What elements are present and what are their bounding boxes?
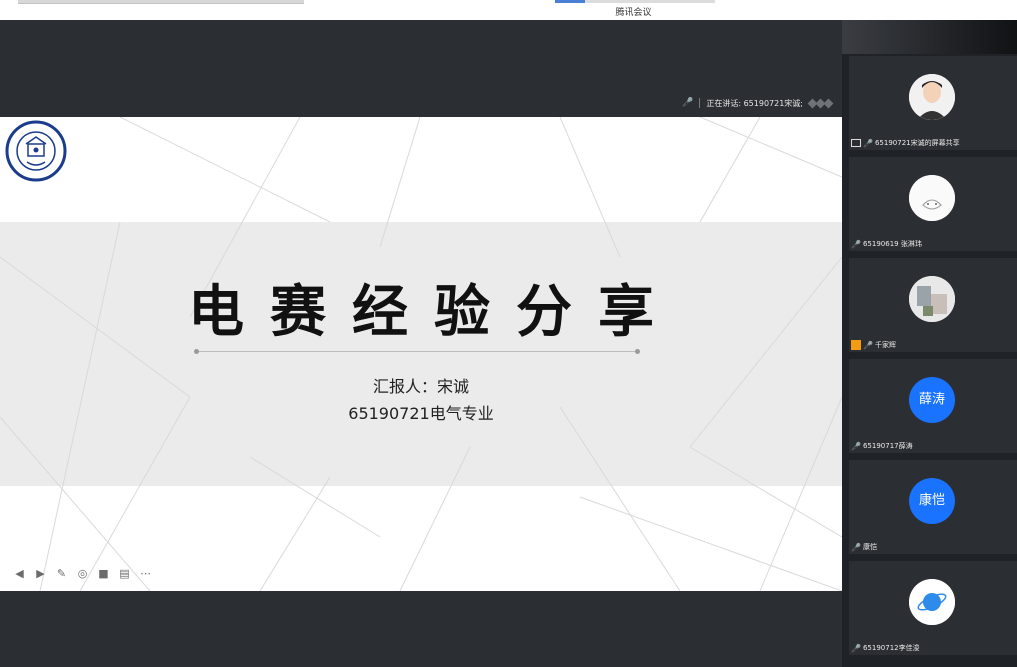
shared-screen-area: 🎤 正在讲话: 65190721宋诚; 电赛经验分享 汇报人：宋诚 651907… bbox=[0, 20, 842, 667]
window-tab-center[interactable] bbox=[555, 0, 715, 3]
avatar: 康恺 bbox=[909, 478, 955, 524]
slide-controls: ◀ ▶ ✎ ◎ ■ ▤ ⋯ bbox=[13, 567, 152, 580]
avatar: 薛涛 bbox=[909, 377, 955, 423]
participant-tile[interactable]: 薛涛 🎤 65190717薛涛 bbox=[849, 359, 1017, 453]
participant-label: 🎤 65190619 张淋玮 bbox=[851, 239, 922, 249]
slide-divider bbox=[194, 349, 640, 354]
avatar bbox=[909, 175, 955, 221]
pen-icon[interactable]: ✎ bbox=[55, 567, 68, 580]
presentation-slide: 电赛经验分享 汇报人：宋诚 65190721电气专业 ◀ ▶ ✎ ◎ ■ ▤ ⋯ bbox=[0, 117, 842, 591]
window-title: 腾讯会议 bbox=[615, 8, 652, 18]
focus-icon[interactable]: ◎ bbox=[76, 567, 89, 580]
jilin-university-logo bbox=[5, 120, 67, 182]
mic-icon: 🎤 bbox=[851, 441, 861, 451]
mic-icon: 🎤 bbox=[851, 643, 861, 653]
avatar bbox=[909, 276, 955, 322]
mic-icon: 🎤 bbox=[851, 239, 861, 249]
participant-label: 🎤 65190721宋诚的屏幕共享 bbox=[851, 138, 960, 148]
title-bar: 腾讯会议 bbox=[0, 0, 1017, 20]
speaking-indicator: 🎤 正在讲话: 65190721宋诚; bbox=[682, 97, 834, 109]
signal-icon bbox=[807, 98, 834, 108]
screen-share-icon bbox=[851, 139, 861, 147]
participant-tile[interactable]: 🎤 65190712李佳浚 bbox=[849, 561, 1017, 655]
prev-icon[interactable]: ◀ bbox=[13, 567, 26, 580]
play-icon[interactable]: ▶ bbox=[34, 567, 47, 580]
participant-label: 🎤 65190712李佳浚 bbox=[851, 643, 920, 653]
participant-tile[interactable]: 🎤 65190619 张淋玮 bbox=[849, 157, 1017, 251]
avatar bbox=[909, 74, 955, 120]
participant-label: 🎤 千家辉 bbox=[851, 340, 896, 350]
participant-label: 🎤 康恺 bbox=[851, 542, 877, 552]
slide-title: 电赛经验分享 bbox=[188, 280, 680, 345]
window-tab-left[interactable] bbox=[18, 0, 304, 4]
mic-icon: 🎤 bbox=[851, 542, 861, 552]
slide-reporter: 汇报人：宋诚 bbox=[372, 377, 469, 396]
mic-icon: 🎤 bbox=[682, 98, 694, 108]
subtitle-icon[interactable]: ▤ bbox=[118, 567, 131, 580]
participant-panel: 🎤 65190721宋诚的屏幕共享 🎤 65190619 张淋玮 🎤 千家辉 薛… bbox=[842, 20, 1017, 667]
participant-tile[interactable]: 🎤 65190721宋诚的屏幕共享 bbox=[849, 56, 1017, 150]
speaking-text: 正在讲话: 65190721宋诚; bbox=[706, 98, 803, 108]
avatar bbox=[909, 579, 955, 625]
participant-tile[interactable]: 🎤 千家辉 bbox=[849, 258, 1017, 352]
camera-icon[interactable]: ■ bbox=[97, 567, 110, 580]
mic-icon: 🎤 bbox=[863, 138, 873, 148]
user-icon bbox=[851, 340, 861, 350]
participant-label: 🎤 65190717薛涛 bbox=[851, 441, 913, 451]
slide-major: 65190721电气专业 bbox=[348, 404, 494, 423]
participant-tile[interactable]: 康恺 🎤 康恺 bbox=[849, 460, 1017, 554]
slide-background-lines bbox=[0, 117, 842, 591]
more-icon[interactable]: ⋯ bbox=[139, 567, 152, 580]
mic-icon: 🎤 bbox=[863, 340, 873, 350]
